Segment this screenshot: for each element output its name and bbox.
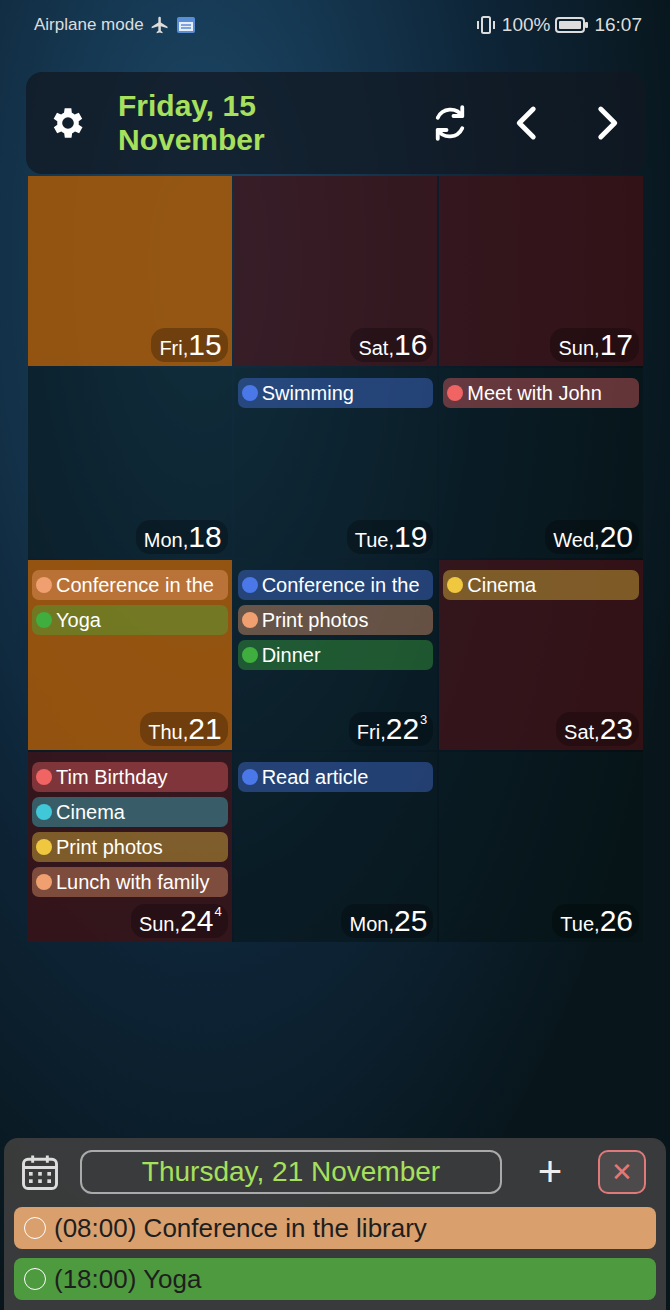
event-chip[interactable]: Swimming xyxy=(238,378,434,408)
day-cell[interactable]: Tue,26 xyxy=(439,752,643,942)
event-chip[interactable]: Tim Birthday xyxy=(32,762,228,792)
current-date: Friday, 15November xyxy=(118,89,429,156)
day-label: Tue,26 xyxy=(552,904,639,938)
event-dot xyxy=(36,804,52,820)
event-count-badge: 3 xyxy=(420,712,427,727)
day-label: Fri,223 xyxy=(349,712,434,746)
event-chip[interactable]: Dinner xyxy=(238,640,434,670)
event-dot xyxy=(447,385,463,401)
agenda-panel: Thursday, 21 November + ✕ (08:00) Conferenc… xyxy=(4,1138,666,1310)
event-chip[interactable]: Cinema xyxy=(443,570,639,600)
battery-icon xyxy=(555,16,589,34)
event-chip[interactable]: Lunch with family xyxy=(32,867,228,897)
agenda-event[interactable]: (18:00) Yoga xyxy=(14,1258,656,1300)
agenda-event[interactable]: (08:00) Conference in the library xyxy=(14,1207,656,1249)
day-cell[interactable]: Tim Birthday Cinema Print photos Lunch with… xyxy=(28,752,232,942)
calendar-icon[interactable] xyxy=(18,1150,62,1194)
day-label: Tue,19 xyxy=(347,520,434,554)
event-chip[interactable]: Print photos xyxy=(32,832,228,862)
event-chip[interactable]: Cinema xyxy=(32,797,228,827)
day-label: Sat,23 xyxy=(556,712,639,746)
day-cell[interactable]: Swimming Tue,19 xyxy=(234,368,438,558)
event-dot xyxy=(36,874,52,890)
event-chip[interactable]: Conference in the xyxy=(32,570,228,600)
event-dot xyxy=(242,769,258,785)
calendar-app-icon xyxy=(176,15,196,35)
day-cell[interactable]: Read article Mon,25 xyxy=(234,752,438,942)
clock: 16:07 xyxy=(594,14,642,36)
day-label: Sun,17 xyxy=(550,328,639,362)
day-label: Sun,244 xyxy=(131,904,228,938)
event-dot xyxy=(36,839,52,855)
day-label: Thu,21 xyxy=(140,712,227,746)
event-dot xyxy=(242,385,258,401)
day-label: Fri,15 xyxy=(151,328,227,362)
day-cell[interactable]: Conference in the Yoga Thu,21 xyxy=(28,560,232,750)
event-dot xyxy=(447,577,463,593)
day-label: Wed,20 xyxy=(545,520,639,554)
refresh-icon[interactable] xyxy=(429,102,471,144)
next-icon[interactable] xyxy=(585,102,627,144)
airplane-icon xyxy=(150,15,170,35)
agenda-date-button[interactable]: Thursday, 21 November xyxy=(80,1150,502,1194)
event-chip[interactable]: Meet with John xyxy=(443,378,639,408)
day-label: Sat,16 xyxy=(350,328,433,362)
event-dot xyxy=(36,769,52,785)
event-count-badge: 4 xyxy=(214,904,221,919)
day-label: Mon,18 xyxy=(136,520,228,554)
battery-level: 100% xyxy=(502,14,551,36)
day-cell[interactable]: Mon,18 xyxy=(28,368,232,558)
day-label: Mon,25 xyxy=(341,904,433,938)
day-cell[interactable]: Sat,16 xyxy=(234,176,438,366)
airplane-mode-label: Airplane mode xyxy=(34,15,144,35)
event-chip[interactable]: Print photos xyxy=(238,605,434,635)
day-cell[interactable]: Cinema Sat,23 xyxy=(439,560,643,750)
widget-header: Friday, 15November xyxy=(26,72,645,174)
event-dot xyxy=(242,612,258,628)
event-chip[interactable]: Conference in the xyxy=(238,570,434,600)
day-cell[interactable]: Fri,15 xyxy=(28,176,232,366)
event-chip[interactable]: Read article xyxy=(238,762,434,792)
calendar-grid: Fri,15Sat,16Sun,17Mon,18SwimmingTue,19Me… xyxy=(28,176,643,942)
gear-icon[interactable] xyxy=(48,103,88,143)
status-bar: Airplane mode 100% 16:07 xyxy=(0,0,670,50)
day-cell[interactable]: Meet with John Wed,20 xyxy=(439,368,643,558)
add-event-button[interactable]: + xyxy=(520,1151,580,1193)
event-dot xyxy=(242,647,258,663)
event-dot xyxy=(36,577,52,593)
previous-icon[interactable] xyxy=(507,102,549,144)
vibrate-icon xyxy=(475,15,497,35)
event-dot xyxy=(24,1268,46,1290)
screen: Airplane mode 100% 16:07 Friday, 15November… xyxy=(0,0,670,1310)
event-dot xyxy=(36,612,52,628)
event-chip[interactable]: Yoga xyxy=(32,605,228,635)
close-button[interactable]: ✕ xyxy=(598,1150,646,1194)
event-dot xyxy=(242,577,258,593)
day-cell[interactable]: Conference in the Print photos Dinner Fri,2… xyxy=(234,560,438,750)
event-dot xyxy=(24,1217,46,1239)
day-cell[interactable]: Sun,17 xyxy=(439,176,643,366)
